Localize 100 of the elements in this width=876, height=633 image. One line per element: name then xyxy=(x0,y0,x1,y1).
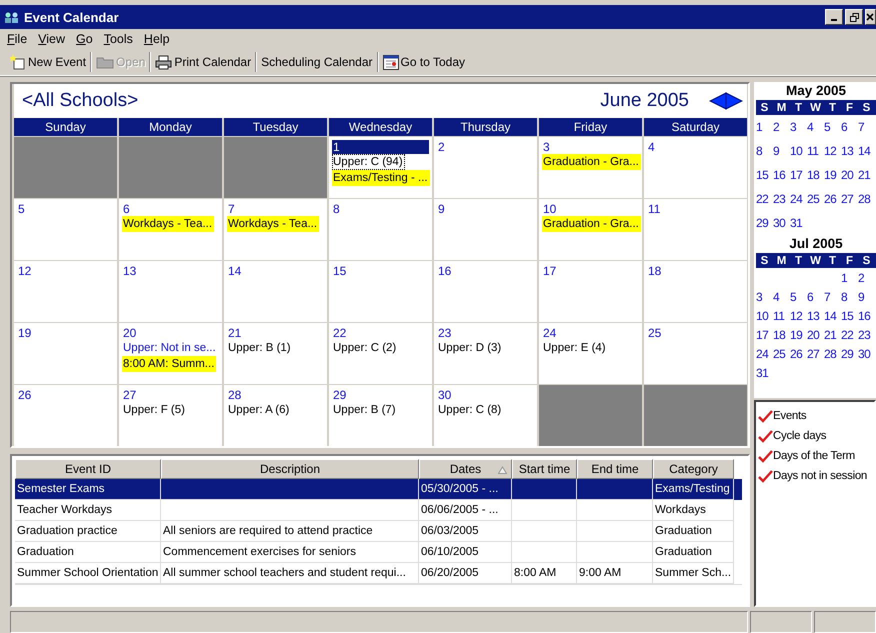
mini-calendar-day[interactable]: 4 xyxy=(807,120,824,134)
mini-calendar-day[interactable]: 30 xyxy=(858,346,875,360)
day-number[interactable]: 30 xyxy=(437,388,534,402)
mini-calendar-day[interactable]: 19 xyxy=(824,168,841,182)
mini-calendar-day[interactable]: 4 xyxy=(773,290,790,304)
day-number[interactable]: 29 xyxy=(332,388,429,402)
mini-calendar-day[interactable]: 5 xyxy=(824,120,841,134)
column-header[interactable]: Start time xyxy=(512,459,577,479)
mini-calendar-day[interactable]: 21 xyxy=(858,168,875,182)
mini-calendar-day[interactable]: 14 xyxy=(824,308,841,322)
mini-calendar-day[interactable]: 15 xyxy=(841,308,858,322)
checkmark-icon[interactable] xyxy=(758,450,773,462)
toolbar-button[interactable]: Go to Today xyxy=(380,52,468,72)
mini-calendar-day[interactable]: 1 xyxy=(756,120,773,134)
mini-calendar-day[interactable]: 9 xyxy=(858,290,875,304)
mini-calendar-day[interactable]: 6 xyxy=(841,120,858,134)
table-row[interactable]: Semester Exams 05/30/2005 - ... Exams/Testing xyxy=(15,479,742,500)
event-entry[interactable]: Workdays - Tea... xyxy=(227,216,320,232)
menu-item[interactable]: File xyxy=(2,32,34,46)
mini-calendar-day[interactable]: 3 xyxy=(756,290,773,304)
checkmark-icon[interactable] xyxy=(758,410,773,422)
mini-calendar-day[interactable]: 26 xyxy=(824,192,841,206)
column-header[interactable]: Description xyxy=(161,459,419,479)
day-number[interactable]: 22 xyxy=(332,326,429,340)
mini-calendar-day[interactable]: 13 xyxy=(841,144,858,158)
column-header[interactable]: Event ID xyxy=(15,459,161,479)
mini-calendar-day[interactable]: 29 xyxy=(756,216,773,230)
day-number[interactable]: 21 xyxy=(227,326,324,340)
toolbar-button[interactable]: Print Calendar xyxy=(153,52,254,72)
day-number[interactable]: 23 xyxy=(437,326,534,340)
event-entry[interactable]: 8:00 AM: Summ... xyxy=(122,356,216,372)
mini-calendar-day[interactable]: 19 xyxy=(790,328,807,342)
mini-calendar-day[interactable]: 18 xyxy=(773,328,790,342)
mini-calendar-day[interactable]: 9 xyxy=(773,144,790,158)
mini-calendar-day[interactable]: 15 xyxy=(756,168,773,182)
mini-calendar-day[interactable]: 22 xyxy=(841,328,858,342)
menu-item[interactable]: Go xyxy=(71,32,99,46)
mini-calendar-day[interactable]: 8 xyxy=(841,290,858,304)
toolbar-button[interactable]: New Event xyxy=(8,52,88,72)
mini-calendar-day[interactable]: 20 xyxy=(841,168,858,182)
mini-calendar-day[interactable]: 12 xyxy=(824,144,841,158)
mini-calendar-day[interactable]: 25 xyxy=(807,192,824,206)
menu-item[interactable]: Tools xyxy=(98,32,139,46)
checkmark-icon[interactable] xyxy=(758,470,773,482)
mini-calendar-day[interactable]: 8 xyxy=(756,144,773,158)
event-entry[interactable]: Graduation - Gra... xyxy=(542,216,641,232)
mini-calendar-day[interactable]: 28 xyxy=(858,192,875,206)
toolbar-button[interactable]: Scheduling Calendar xyxy=(259,53,375,71)
mini-calendar-day[interactable]: 7 xyxy=(824,290,841,304)
mini-calendar-day[interactable]: 27 xyxy=(807,346,824,360)
mini-calendar-day[interactable]: 2 xyxy=(858,270,875,284)
menu-item[interactable]: Help xyxy=(138,32,176,46)
mini-calendar-day[interactable]: 30 xyxy=(773,216,790,230)
mini-calendar-day[interactable]: 17 xyxy=(756,328,773,342)
mini-calendar-day[interactable]: 28 xyxy=(824,346,841,360)
mini-calendar-day[interactable]: 24 xyxy=(790,192,807,206)
mini-calendar-day[interactable]: 1 xyxy=(841,270,858,284)
mini-calendar-day[interactable]: 23 xyxy=(773,192,790,206)
column-header[interactable]: Category xyxy=(653,459,734,479)
mini-calendar-day[interactable]: 20 xyxy=(807,328,824,342)
minimize-button[interactable] xyxy=(825,9,843,25)
mini-calendar-day[interactable]: 7 xyxy=(858,120,875,134)
maximize-button[interactable] xyxy=(845,9,863,25)
mini-calendar-day[interactable]: 26 xyxy=(790,346,807,360)
day-number[interactable]: 28 xyxy=(227,388,324,402)
column-header[interactable]: Dates xyxy=(419,459,512,479)
day-number[interactable]: 27 xyxy=(122,388,219,402)
day-number[interactable]: 20 xyxy=(122,326,219,340)
mini-calendar-day[interactable]: 2 xyxy=(773,120,790,134)
mini-calendar-day[interactable]: 31 xyxy=(790,216,807,230)
day-number[interactable]: 6 xyxy=(122,202,219,216)
mini-calendar-day[interactable]: 10 xyxy=(790,144,807,158)
event-entry[interactable]: Exams/Testing - ... xyxy=(332,170,430,186)
event-entry[interactable]: Graduation - Gra... xyxy=(542,154,641,170)
mini-calendar-day[interactable]: 16 xyxy=(858,308,875,322)
day-number[interactable]: 1 xyxy=(332,140,429,154)
mini-calendar-day[interactable]: 6 xyxy=(807,290,824,304)
mini-calendar-day[interactable]: 16 xyxy=(773,168,790,182)
mini-calendar-day[interactable]: 18 xyxy=(807,168,824,182)
mini-calendar-day[interactable]: 3 xyxy=(790,120,807,134)
mini-calendar-day[interactable]: 22 xyxy=(756,192,773,206)
close-button[interactable] xyxy=(865,9,876,25)
column-header[interactable]: End time xyxy=(577,459,653,479)
mini-calendar-day[interactable]: 13 xyxy=(807,308,824,322)
mini-calendar-day[interactable]: 11 xyxy=(807,144,824,158)
mini-calendar-day[interactable]: 5 xyxy=(790,290,807,304)
day-number[interactable]: 7 xyxy=(227,202,324,216)
school-filter[interactable]: <All Schools> xyxy=(22,90,138,112)
event-entry[interactable]: Workdays - Tea... xyxy=(122,216,214,232)
mini-calendar-day[interactable]: 21 xyxy=(824,328,841,342)
mini-calendar-day[interactable]: 12 xyxy=(790,308,807,322)
mini-calendar-day[interactable]: 10 xyxy=(756,308,773,322)
mini-calendar-day[interactable]: 23 xyxy=(858,328,875,342)
next-month-arrow-icon[interactable] xyxy=(725,92,743,110)
mini-calendar-day[interactable]: 27 xyxy=(841,192,858,206)
mini-calendar-day[interactable]: 14 xyxy=(858,144,875,158)
mini-calendar-day[interactable]: 29 xyxy=(841,346,858,360)
checkmark-icon[interactable] xyxy=(758,430,773,442)
mini-calendar-day[interactable]: 17 xyxy=(790,168,807,182)
cycle-day-entry[interactable]: Upper: C (94) xyxy=(332,154,405,170)
